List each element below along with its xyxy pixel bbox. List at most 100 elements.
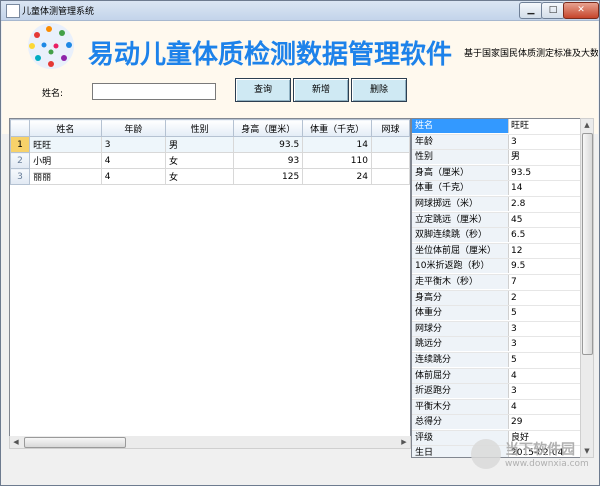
table-row[interactable]: 1 旺旺 3 男 93.5 14	[10, 136, 410, 153]
row-number[interactable]: 1	[10, 136, 31, 153]
cell-height[interactable]: 93	[233, 152, 304, 169]
cell-tennis[interactable]	[370, 136, 410, 153]
grid-corner	[10, 119, 31, 137]
property-row[interactable]: 年龄 3	[412, 134, 580, 151]
property-key: 10米折返跑（秒）	[412, 259, 509, 274]
scroll-thumb[interactable]	[582, 133, 593, 355]
scroll-thumb[interactable]	[24, 437, 126, 448]
property-panel[interactable]: 姓名 旺旺 年龄 3 性别男身高（厘米） 93.5 体重（千克） 14 网球掷远（米） 2.8 立定…	[411, 118, 581, 458]
property-row[interactable]: 姓名 旺旺	[412, 119, 580, 135]
property-key: 年龄	[412, 134, 509, 149]
property-row[interactable]: 网球掷远（米） 2.8	[412, 196, 580, 213]
property-value[interactable]: 3	[509, 135, 580, 149]
property-row[interactable]: 坐位体前屈（厘米） 12	[412, 243, 580, 260]
cell-tennis[interactable]	[370, 168, 410, 185]
property-key: 折返跑分	[412, 384, 509, 399]
property-row[interactable]: 身高（厘米） 93.5	[412, 165, 580, 182]
property-row[interactable]: 平衡木分 4	[412, 399, 580, 416]
property-row[interactable]: 体重（千克） 14	[412, 181, 580, 197]
property-key: 身高分	[412, 290, 509, 305]
property-row[interactable]: 体重分 5	[412, 306, 580, 322]
delete-button[interactable]: 删除	[351, 78, 407, 102]
property-row[interactable]: 立定跳远（厘米） 45	[412, 212, 580, 229]
column-header-name[interactable]: 姓名	[29, 119, 102, 137]
cell-name[interactable]: 丽丽	[29, 168, 102, 185]
cell-age[interactable]: 3	[100, 136, 167, 153]
property-row[interactable]: 跳远分 3	[412, 337, 580, 353]
cell-weight[interactable]: 24	[302, 168, 372, 185]
property-value[interactable]: 3	[509, 322, 580, 336]
property-value[interactable]: 45	[509, 213, 580, 227]
property-value[interactable]: 3	[509, 337, 580, 351]
property-value[interactable]: 14	[509, 181, 580, 195]
column-header-tennis[interactable]: 网球	[370, 119, 410, 137]
cell-weight[interactable]: 14	[302, 136, 372, 153]
column-header-age[interactable]: 年龄	[100, 119, 167, 137]
property-row[interactable]: 总得分 29	[412, 415, 580, 431]
cell-tennis[interactable]	[370, 152, 410, 169]
watermark-text: 当下软件园	[505, 442, 575, 458]
property-value[interactable]: 3	[509, 384, 580, 398]
property-value[interactable]: 9.5	[509, 259, 580, 273]
close-button[interactable]: ✕	[563, 2, 599, 19]
name-input[interactable]	[92, 83, 216, 100]
property-value[interactable]: 93.5	[509, 166, 580, 180]
cell-gender[interactable]: 男	[164, 136, 235, 153]
cell-gender[interactable]: 女	[164, 168, 235, 185]
column-header-gender[interactable]: 性别	[164, 119, 235, 137]
cell-height[interactable]: 93.5	[233, 136, 304, 153]
app-icon	[6, 4, 20, 18]
minimize-button[interactable]: ▁	[519, 2, 543, 19]
cell-age[interactable]: 4	[100, 152, 167, 169]
property-value[interactable]: 旺旺	[509, 119, 580, 133]
property-value[interactable]: 男	[509, 150, 580, 164]
property-value[interactable]: 5	[509, 306, 580, 320]
property-key: 跳远分	[412, 337, 509, 352]
scroll-left-icon[interactable]: ◀	[10, 436, 22, 448]
property-key: 立定跳远（厘米）	[412, 212, 509, 227]
cell-gender[interactable]: 女	[164, 152, 235, 169]
property-value[interactable]: 29	[509, 415, 580, 429]
property-key: 性别	[412, 150, 509, 165]
property-value[interactable]: 12	[509, 244, 580, 258]
student-grid[interactable]: 姓名 年龄 性别 身高（厘米） 体重（千克） 网球 1 旺旺 3 男 93.5 …	[9, 118, 411, 438]
property-row[interactable]: 网球分 3	[412, 321, 580, 338]
property-row[interactable]: 体前屈分 4	[412, 368, 580, 385]
cell-weight[interactable]: 110	[302, 152, 372, 169]
add-button[interactable]: 新增	[293, 78, 349, 102]
query-button[interactable]: 查询	[235, 78, 291, 102]
property-row[interactable]: 性别男	[412, 150, 580, 166]
scroll-right-icon[interactable]: ▶	[398, 436, 410, 448]
property-value[interactable]: 6.5	[509, 228, 580, 242]
table-row[interactable]: 2 小明 4 女 93 110	[10, 152, 410, 169]
property-key: 体重分	[412, 306, 509, 321]
maximize-button[interactable]: □	[541, 2, 565, 19]
table-row[interactable]: 3 丽丽 4 女 125 24	[10, 168, 410, 185]
column-header-weight[interactable]: 体重（千克）	[302, 119, 372, 137]
cell-height[interactable]: 125	[233, 168, 304, 185]
property-key: 双脚连续跳（秒）	[412, 228, 509, 243]
scroll-up-icon[interactable]: ▲	[581, 119, 593, 131]
property-row[interactable]: 连续跳分 5	[412, 352, 580, 369]
property-key: 网球分	[412, 321, 509, 336]
grid-horizontal-scrollbar[interactable]: ◀ ▶	[9, 436, 411, 449]
property-row[interactable]: 走平衡木（秒） 7	[412, 274, 580, 291]
property-value[interactable]: 4	[509, 369, 580, 383]
cell-name[interactable]: 旺旺	[29, 136, 102, 153]
row-number[interactable]: 3	[10, 168, 31, 185]
property-value[interactable]: 5	[509, 353, 580, 367]
property-row[interactable]: 双脚连续跳（秒） 6.5	[412, 228, 580, 244]
property-value[interactable]: 7	[509, 275, 580, 289]
property-value[interactable]: 2	[509, 291, 580, 305]
column-header-height[interactable]: 身高（厘米）	[233, 119, 304, 137]
cell-name[interactable]: 小明	[29, 152, 102, 169]
property-value[interactable]: 4	[509, 400, 580, 414]
property-row[interactable]: 身高分 2	[412, 290, 580, 307]
property-row[interactable]: 折返跑分 3	[412, 384, 580, 400]
row-number[interactable]: 2	[10, 152, 31, 169]
cell-age[interactable]: 4	[100, 168, 167, 185]
property-vertical-scrollbar[interactable]: ▲ ▼	[580, 118, 594, 458]
property-value[interactable]: 2.8	[509, 197, 580, 211]
property-row[interactable]: 10米折返跑（秒） 9.5	[412, 259, 580, 275]
property-key: 身高（厘米）	[412, 165, 509, 180]
